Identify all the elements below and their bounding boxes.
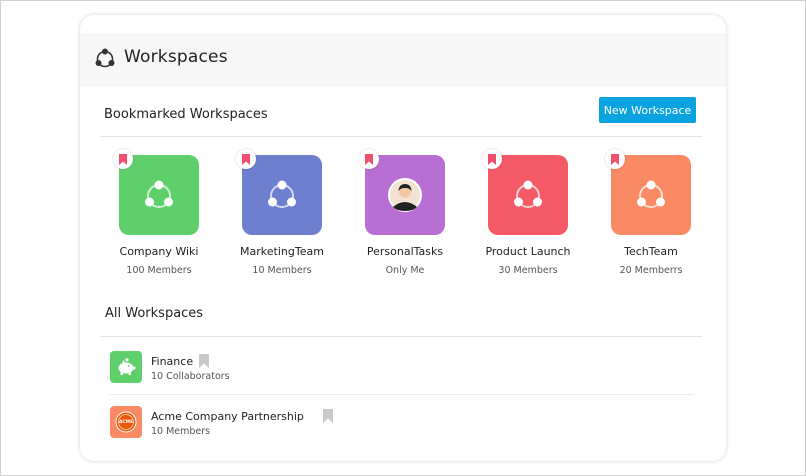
bookmark-icon[interactable] (323, 409, 333, 423)
bookmarked-tile-company-wiki[interactable]: Company Wiki 100 Members (104, 149, 214, 276)
tile-members: 30 Members (498, 265, 558, 276)
bookmark-icon[interactable] (482, 149, 502, 169)
tile-icon-box (236, 149, 322, 235)
workspace-logo-icon (95, 48, 115, 68)
avatar-icon (388, 178, 422, 212)
tile-name: TechTeam (624, 245, 678, 258)
finance-icon-box (110, 351, 142, 383)
row-divider (110, 394, 694, 395)
tile-icon-box (113, 149, 199, 235)
workspace-row-acme-company-partnership[interactable]: ACME Acme Company Partnership 10 Members (110, 400, 694, 444)
bookmarked-tile-tech-team[interactable]: TechTeam 20 Memberrs (596, 149, 706, 276)
workspace-icon (145, 180, 173, 208)
workspace-icon (268, 180, 296, 208)
bookmark-icon[interactable] (199, 354, 209, 368)
bookmark-icon[interactable] (113, 149, 133, 169)
bookmark-icon[interactable] (236, 149, 256, 169)
bookmarked-tile-marketing-team[interactable]: MarketingTeam 10 Members (227, 149, 337, 276)
tile-members: 100 Members (126, 265, 192, 276)
workspace-icon (637, 180, 665, 208)
workspace-row-name: Acme Company Partnership (151, 410, 304, 423)
page-header: Workspaces (80, 33, 726, 87)
new-workspace-button[interactable]: New Workspace (599, 97, 696, 123)
tile-members: 10 Members (252, 265, 312, 276)
workspace-icon (514, 180, 542, 208)
bookmarked-divider (100, 136, 702, 137)
tile-icon-box (482, 149, 568, 235)
workspace-row-finance[interactable]: Finance 10 Collaborators (110, 345, 694, 389)
all-workspaces-divider (100, 336, 702, 337)
page-title: Workspaces (124, 47, 228, 67)
piggy-bank-icon (118, 358, 136, 375)
workspace-row-name: Finance (151, 355, 194, 368)
tile-members: Only Me (385, 265, 425, 276)
tile-members: 20 Memberrs (619, 265, 683, 276)
tile-name: Product Launch (485, 245, 571, 258)
tile-name: MarketingTeam (240, 245, 324, 258)
acme-logo-text: ACME (118, 419, 134, 425)
all-workspaces-section-title: All Workspaces (105, 306, 204, 321)
tile-name: Company Wiki (119, 245, 199, 258)
bookmark-icon[interactable] (605, 149, 625, 169)
bookmarked-tile-product-launch[interactable]: Product Launch 30 Members (473, 149, 583, 276)
bookmarked-tile-personal-tasks[interactable]: PersonalTasks Only Me (350, 149, 460, 276)
acme-icon-box: ACME (110, 406, 142, 438)
bookmarked-section-title: Bookmarked Workspaces (104, 107, 268, 122)
workspace-row-members: 10 Members (151, 426, 211, 437)
workspaces-card: Workspaces Bookmarked Workspaces New Wor… (80, 15, 726, 461)
tile-icon-box (605, 149, 691, 235)
tile-icon-box (359, 149, 445, 235)
tile-name: PersonalTasks (366, 245, 444, 258)
bookmark-icon[interactable] (359, 149, 379, 169)
workspace-row-collaborators: 10 Collaborators (151, 371, 230, 382)
